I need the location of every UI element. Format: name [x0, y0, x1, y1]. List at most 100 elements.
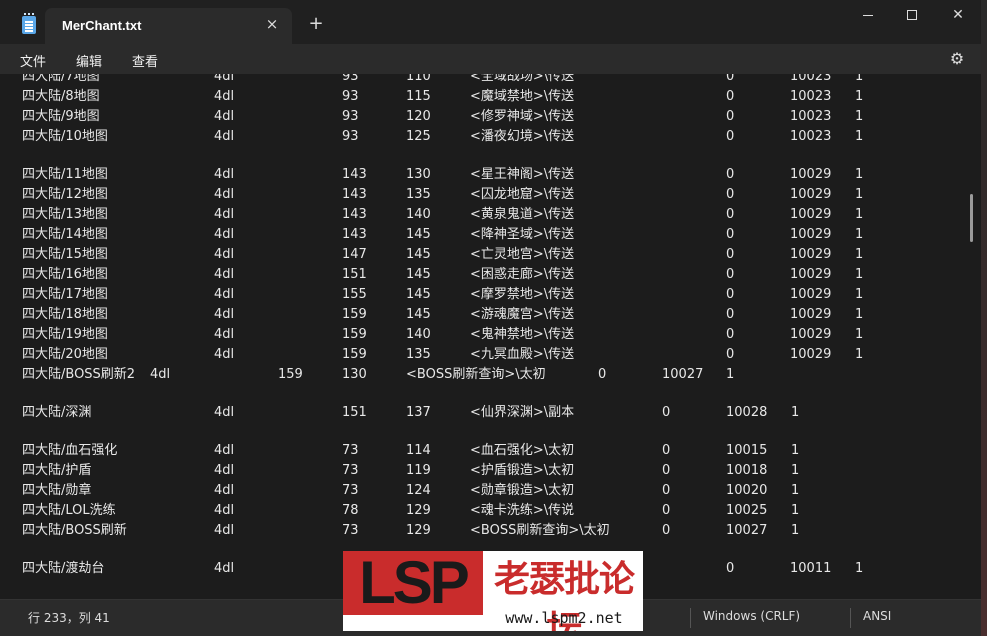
line-label: <BOSS刷新查询>\太初 — [406, 367, 546, 382]
notepad-icon — [22, 13, 36, 34]
line-count: 1 — [855, 267, 864, 282]
line-name: 四大陆/LOL洗练 — [22, 503, 116, 518]
line-label: <BOSS刷新查询>\太初 — [470, 523, 610, 538]
cursor-position[interactable]: 行 233，列 41 — [28, 609, 110, 626]
menu-view[interactable]: 查看 — [132, 51, 158, 70]
line-script: 10023 — [790, 89, 832, 104]
line-name: 四大陆/12地图 — [22, 187, 108, 202]
line-y: 140 — [406, 327, 431, 342]
line-y: 145 — [406, 287, 431, 302]
line-count: 1 — [855, 307, 864, 322]
text-line: 四大陆/BOSS刷新2 4dl 159 130 <BOSS刷新查询>\太初 0 10027 1 — [0, 366, 960, 384]
desktop-background — [981, 0, 987, 636]
line-label: <魂卡洗练>\传说 — [470, 503, 575, 518]
line-x: 73 — [342, 523, 359, 538]
line-y: 130 — [342, 367, 367, 382]
line-y: 124 — [406, 483, 431, 498]
line-y: 120 — [406, 109, 431, 124]
text-line: 四大陆/17地图 4dl 155 145 <摩罗禁地>\传送 0 10029 1 — [0, 286, 960, 304]
menu-file[interactable]: 文件 — [20, 51, 46, 70]
line-map: 4dl — [214, 483, 235, 498]
line-flag: 0 — [662, 463, 671, 478]
line-flag: 0 — [726, 247, 735, 262]
text-line: 四大陆/10地图 4dl 93 125 <潘夜幻境>\传送 0 10023 1 — [0, 128, 960, 146]
line-script: 10029 — [790, 327, 832, 342]
line-name: 四大陆/20地图 — [22, 347, 108, 362]
line-script: 10020 — [726, 483, 768, 498]
close-window-button[interactable]: ✕ — [935, 0, 981, 32]
line-flag: 0 — [726, 561, 735, 576]
line-script: 10015 — [726, 443, 768, 458]
line-flag: 0 — [726, 207, 735, 222]
line-y: 129 — [406, 503, 431, 518]
line-y: 137 — [406, 405, 431, 420]
line-map: 4dl — [214, 405, 235, 420]
line-y: 114 — [406, 443, 431, 458]
line-name: 四大陆/19地图 — [22, 327, 108, 342]
line-map: 4dl — [214, 503, 235, 518]
line-x: 73 — [342, 443, 359, 458]
line-flag: 0 — [726, 347, 735, 362]
line-count: 1 — [791, 405, 800, 420]
line-label: <降神圣域>\传送 — [470, 227, 575, 242]
line-name: 四大陆/护盾 — [22, 463, 92, 478]
line-x: 78 — [342, 503, 359, 518]
line-x: 143 — [342, 207, 367, 222]
close-tab-icon[interactable]: × — [263, 15, 281, 33]
line-map: 4dl — [214, 109, 235, 124]
line-y: 145 — [406, 247, 431, 262]
line-label: <黄泉鬼道>\传送 — [470, 207, 575, 222]
line-script: 10029 — [790, 287, 832, 302]
watermark-name: 老瑟批论坛 — [493, 559, 635, 631]
menu-edit[interactable]: 编辑 — [76, 51, 102, 70]
line-map: 4dl — [214, 74, 235, 84]
line-x: 143 — [342, 167, 367, 182]
line-script: 10029 — [790, 207, 832, 222]
line-y: 135 — [406, 347, 431, 362]
line-count: 1 — [791, 523, 800, 538]
line-name: 四大陆/10地图 — [22, 129, 108, 144]
text-line: 四大陆/9地图 4dl 93 120 <修罗神域>\传送 0 10023 1 — [0, 108, 960, 126]
line-script: 10029 — [790, 347, 832, 362]
line-script: 10029 — [790, 247, 832, 262]
line-map: 4dl — [214, 267, 235, 282]
line-name: 四大陆/勋章 — [22, 483, 92, 498]
text-line: 四大陆/LOL洗练 4dl 78 129 <魂卡洗练>\传说 0 10025 1 — [0, 502, 960, 520]
encoding[interactable]: ANSI — [863, 609, 891, 623]
line-flag: 0 — [726, 327, 735, 342]
line-label: <潘夜幻境>\传送 — [470, 129, 575, 144]
line-count: 1 — [791, 443, 800, 458]
line-flag: 0 — [662, 443, 671, 458]
text-line: 四大陆/20地图 4dl 159 135 <九冥血殿>\传送 0 10029 1 — [0, 346, 960, 364]
line-map: 4dl — [214, 227, 235, 242]
line-flag: 0 — [726, 129, 735, 144]
line-ending[interactable]: Windows (CRLF) — [703, 609, 800, 623]
line-flag: 0 — [726, 74, 735, 84]
line-y: 145 — [406, 307, 431, 322]
text-editor[interactable]: 四大陆/7地图 4dl 93 110 <全域战场>\传送 0 10023 1 四大陆/8地图 4d… — [0, 74, 981, 599]
line-x: 159 — [342, 307, 367, 322]
line-count: 1 — [855, 74, 864, 84]
line-name: 四大陆/深渊 — [22, 405, 92, 420]
line-script: 10011 — [790, 561, 832, 576]
line-label: <九冥血殿>\传送 — [470, 347, 575, 362]
maximize-button[interactable] — [889, 0, 935, 32]
text-line: 四大陆/16地图 4dl 151 145 <困惑走廊>\传送 0 10029 1 — [0, 266, 960, 284]
line-flag: 0 — [662, 483, 671, 498]
vertical-scrollbar[interactable] — [970, 194, 973, 242]
line-label: <仙界深渊>\副本 — [470, 405, 575, 420]
line-map: 4dl — [214, 561, 235, 576]
minimize-button[interactable] — [845, 0, 891, 32]
line-script: 10029 — [790, 187, 832, 202]
tab-merchant[interactable]: MerChant.txt × — [45, 8, 292, 44]
line-count: 1 — [855, 187, 864, 202]
line-name: 四大陆/11地图 — [22, 167, 108, 182]
line-map: 4dl — [214, 443, 235, 458]
gear-icon[interactable]: ⚙ — [948, 50, 966, 68]
title-bar: MerChant.txt × + ✕ — [0, 0, 981, 44]
line-flag: 0 — [726, 109, 735, 124]
new-tab-icon[interactable]: + — [306, 14, 326, 34]
line-count: 1 — [855, 327, 864, 342]
line-name: 四大陆/18地图 — [22, 307, 108, 322]
line-script: 10028 — [726, 405, 768, 420]
